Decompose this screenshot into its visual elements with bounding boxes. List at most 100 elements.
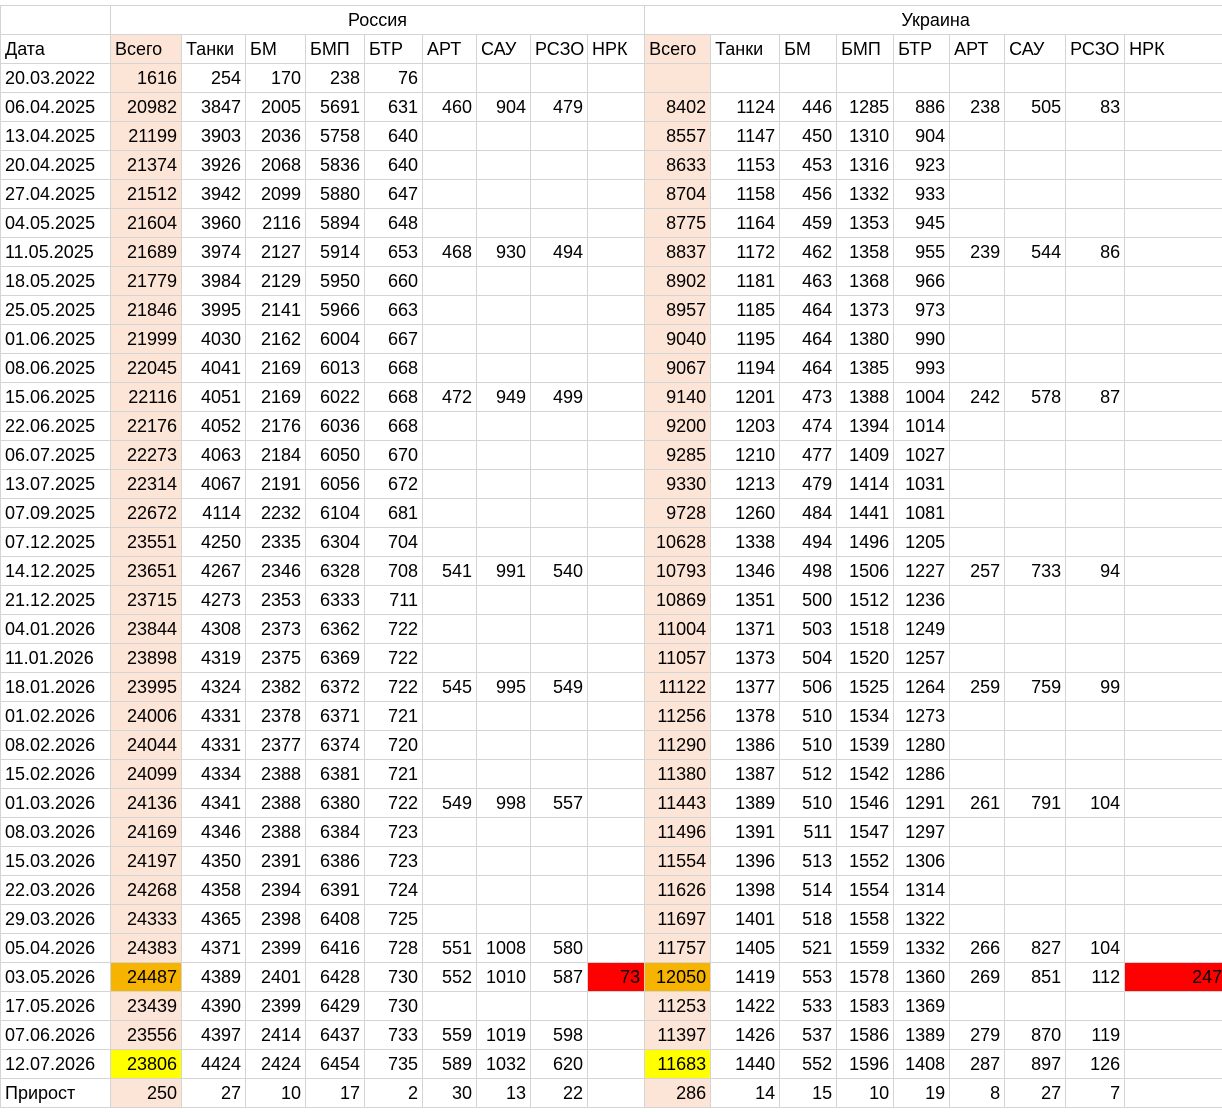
cell-russia-bm[interactable]: 2099 — [245, 179, 306, 209]
cell-russia-nrk[interactable] — [586, 846, 646, 876]
cell-ukraine-art[interactable] — [949, 701, 1006, 731]
cell-russia-sau[interactable]: 1008 — [476, 933, 531, 963]
cell-russia-sau[interactable] — [476, 701, 531, 731]
cell-ukraine-rszo[interactable] — [1065, 411, 1126, 441]
cell-russia-tanks[interactable]: 4341 — [181, 788, 246, 818]
cell-ukraine-sau[interactable] — [1004, 643, 1067, 673]
cell-russia-bm[interactable]: 2373 — [245, 614, 306, 644]
cell-russia-btr[interactable]: 76 — [364, 63, 423, 93]
cell-russia-nrk[interactable] — [586, 121, 646, 151]
cell-russia-tanks[interactable]: 3903 — [181, 121, 246, 151]
cell-ukraine-nrk[interactable] — [1124, 1020, 1222, 1050]
cell-russia-total[interactable]: 23651 — [110, 556, 182, 586]
cell-ukraine-sau[interactable] — [1004, 585, 1067, 615]
cell-ukraine-btr[interactable]: 1027 — [893, 440, 951, 470]
cell-ukraine-nrk[interactable] — [1124, 759, 1222, 789]
cell-ukraine-btr[interactable]: 1389 — [893, 1020, 951, 1050]
cell-russia-total[interactable]: 21999 — [110, 324, 182, 354]
cell-russia-total[interactable]: 23439 — [110, 991, 182, 1021]
cell-ukraine-tanks[interactable]: 1371 — [710, 614, 781, 644]
header-russia-bm[interactable]: БМ — [245, 34, 306, 64]
cell-russia-art[interactable] — [422, 904, 477, 934]
cell-ukraine-bm[interactable]: 510 — [779, 701, 838, 731]
cell-russia-total[interactable]: 21689 — [110, 237, 182, 267]
cell-russia-tanks[interactable]: 3960 — [181, 208, 246, 238]
cell-ukraine-tanks[interactable]: 1147 — [710, 121, 781, 151]
cell-russia-nrk[interactable] — [586, 614, 646, 644]
cell-ukraine-bm[interactable]: 533 — [779, 991, 838, 1021]
cell-ukraine-nrk[interactable] — [1124, 904, 1222, 934]
cell-russia-bm[interactable]: 2232 — [245, 498, 306, 528]
cell-ukraine-bm[interactable]: 479 — [779, 469, 838, 499]
cell-russia-bm[interactable]: 2391 — [245, 846, 306, 876]
cell-russia-rszo[interactable] — [530, 469, 588, 499]
cell-ukraine-rszo[interactable]: 126 — [1065, 1049, 1126, 1079]
cell-ukraine-sau[interactable]: 870 — [1004, 1020, 1067, 1050]
header-date[interactable]: Дата — [0, 34, 111, 64]
cell-russia-sau[interactable] — [476, 266, 531, 296]
cell-russia-nrk[interactable] — [586, 295, 646, 325]
cell-russia-bm[interactable]: 2414 — [245, 1020, 306, 1050]
cell-russia-bmp[interactable]: 6362 — [305, 614, 365, 644]
cell-russia-bmp[interactable]: 5691 — [305, 92, 365, 122]
cell-russia-art[interactable] — [422, 63, 477, 93]
cell-ukraine-bm[interactable]: 498 — [779, 556, 838, 586]
cell-ukraine-bm[interactable]: 459 — [779, 208, 838, 238]
cell-ukraine-total[interactable]: 9728 — [644, 498, 712, 528]
cell-russia-sau[interactable] — [476, 150, 531, 180]
cell-ukraine-btr[interactable]: 1236 — [893, 585, 951, 615]
cell-ukraine-btr[interactable]: 1280 — [893, 730, 951, 760]
cell-russia-sau[interactable]: 904 — [476, 92, 531, 122]
cell-russia-rszo[interactable]: 557 — [530, 788, 588, 818]
cell-russia-tanks[interactable]: 4346 — [181, 817, 246, 847]
cell-ukraine-bmp[interactable] — [836, 63, 895, 93]
cell-ukraine-total[interactable]: 8402 — [644, 92, 712, 122]
cell-date[interactable]: 15.02.2026 — [0, 759, 111, 789]
cell-russia-btr[interactable]: 668 — [364, 353, 423, 383]
cell-ukraine-art[interactable] — [949, 498, 1006, 528]
cell-russia-sau[interactable] — [476, 353, 531, 383]
cell-ukraine-btr[interactable]: 1227 — [893, 556, 951, 586]
cell-ukraine-btr[interactable]: 993 — [893, 353, 951, 383]
cell-russia-art[interactable] — [422, 121, 477, 151]
cell-russia-btr[interactable]: 722 — [364, 672, 423, 702]
cell-ukraine-art[interactable]: 259 — [949, 672, 1006, 702]
cell-russia-bm[interactable]: 2129 — [245, 266, 306, 296]
cell-ukraine-bm[interactable]: 513 — [779, 846, 838, 876]
cell-ukraine-btr[interactable]: 966 — [893, 266, 951, 296]
cell-ukraine-bmp[interactable]: 1559 — [836, 933, 895, 963]
cell-ukraine-total[interactable]: 9140 — [644, 382, 712, 412]
cell-russia-rszo[interactable] — [530, 846, 588, 876]
cell-russia-bm[interactable]: 2378 — [245, 701, 306, 731]
cell-russia-total[interactable]: 24099 — [110, 759, 182, 789]
cell-ukraine-bm[interactable]: 15 — [779, 1078, 838, 1108]
cell-russia-bm[interactable]: 2424 — [245, 1049, 306, 1079]
cell-russia-nrk[interactable] — [586, 933, 646, 963]
cell-ukraine-tanks[interactable]: 1158 — [710, 179, 781, 209]
cell-ukraine-tanks[interactable]: 1398 — [710, 875, 781, 905]
cell-date[interactable]: 03.05.2026 — [0, 962, 111, 992]
cell-ukraine-bmp[interactable]: 1285 — [836, 92, 895, 122]
cell-ukraine-rszo[interactable]: 112 — [1065, 962, 1126, 992]
cell-date[interactable]: 07.06.2026 — [0, 1020, 111, 1050]
cell-ukraine-nrk[interactable] — [1124, 92, 1222, 122]
cell-ukraine-total[interactable]: 9067 — [644, 353, 712, 383]
cell-ukraine-sau[interactable]: 827 — [1004, 933, 1067, 963]
cell-ukraine-bm[interactable]: 510 — [779, 788, 838, 818]
cell-ukraine-btr[interactable]: 933 — [893, 179, 951, 209]
cell-ukraine-btr[interactable]: 1297 — [893, 817, 951, 847]
cell-ukraine-bm[interactable]: 512 — [779, 759, 838, 789]
cell-ukraine-sau[interactable] — [1004, 498, 1067, 528]
cell-russia-btr[interactable]: 667 — [364, 324, 423, 354]
cell-russia-nrk[interactable] — [586, 1049, 646, 1079]
cell-russia-total[interactable]: 23715 — [110, 585, 182, 615]
cell-ukraine-sau[interactable] — [1004, 730, 1067, 760]
cell-ukraine-nrk[interactable] — [1124, 208, 1222, 238]
cell-ukraine-bmp[interactable]: 1310 — [836, 121, 895, 151]
cell-russia-tanks[interactable]: 4273 — [181, 585, 246, 615]
cell-ukraine-art[interactable]: 287 — [949, 1049, 1006, 1079]
cell-russia-bmp[interactable]: 5894 — [305, 208, 365, 238]
cell-russia-btr[interactable]: 704 — [364, 527, 423, 557]
cell-russia-nrk[interactable] — [586, 440, 646, 470]
cell-russia-art[interactable]: 551 — [422, 933, 477, 963]
